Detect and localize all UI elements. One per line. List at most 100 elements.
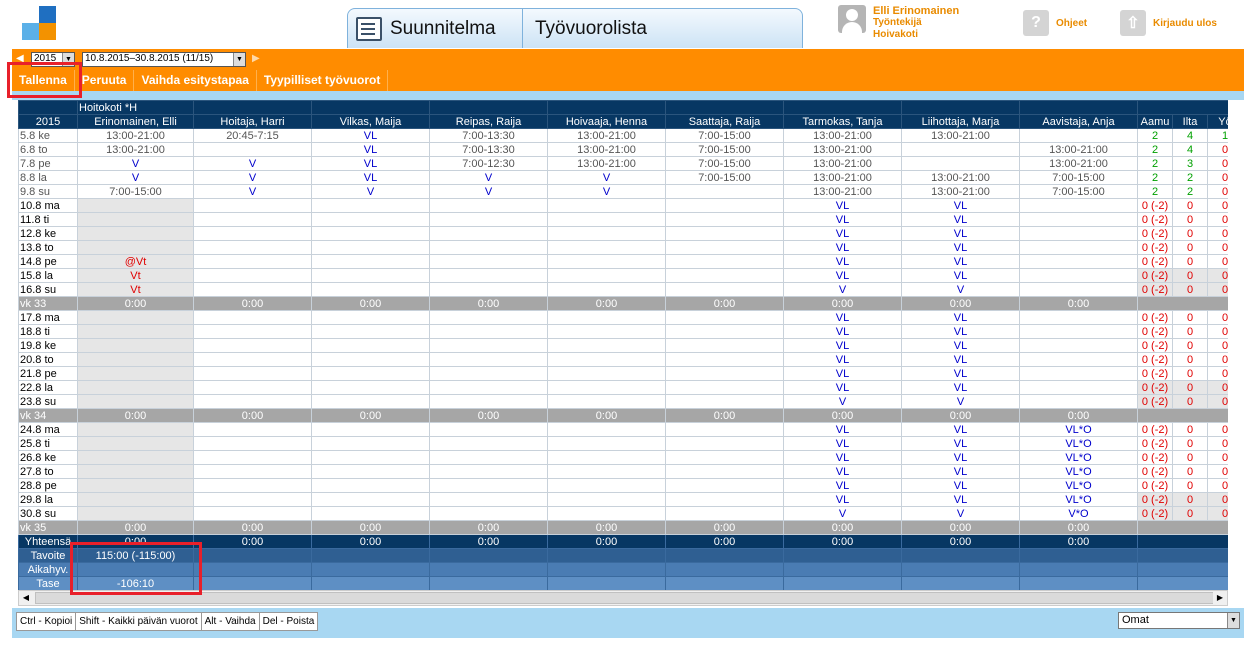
view-select[interactable]: Omat ▼ bbox=[1118, 612, 1240, 629]
shift-cell[interactable]: VL bbox=[783, 226, 902, 241]
shift-cell[interactable] bbox=[193, 464, 312, 479]
shift-cell[interactable]: 13:00-21:00 bbox=[783, 170, 902, 185]
scroll-right-icon[interactable]: ▶ bbox=[1213, 591, 1227, 605]
shift-cell[interactable]: VL bbox=[901, 226, 1020, 241]
shift-cell[interactable]: V bbox=[429, 170, 548, 185]
shift-cell[interactable] bbox=[429, 506, 548, 521]
shift-cell[interactable]: VL*O bbox=[1019, 464, 1138, 479]
shift-cell[interactable]: V bbox=[783, 282, 902, 297]
shift-cell[interactable]: 7:00-12:30 bbox=[429, 156, 548, 171]
shift-cell[interactable]: VL bbox=[901, 450, 1020, 465]
shift-cell[interactable]: V bbox=[77, 170, 194, 185]
shift-cell[interactable] bbox=[193, 422, 312, 437]
shift-cell[interactable]: VL bbox=[783, 478, 902, 493]
shift-cell[interactable] bbox=[193, 366, 312, 381]
shift-cell[interactable]: VL bbox=[783, 450, 902, 465]
shift-cell[interactable] bbox=[311, 366, 430, 381]
shift-cell[interactable]: VL bbox=[901, 254, 1020, 269]
shift-cell[interactable] bbox=[311, 352, 430, 367]
shift-cell[interactable] bbox=[665, 226, 784, 241]
employee-header[interactable]: Vilkas, Maija bbox=[311, 114, 430, 129]
shift-cell[interactable] bbox=[665, 366, 784, 381]
shift-cell[interactable] bbox=[547, 506, 666, 521]
shift-cell[interactable] bbox=[429, 478, 548, 493]
shift-cell[interactable] bbox=[429, 422, 548, 437]
shift-cell[interactable] bbox=[193, 506, 312, 521]
shift-cell[interactable]: VL bbox=[901, 352, 1020, 367]
shift-cell[interactable]: VL bbox=[901, 464, 1020, 479]
shift-cell[interactable] bbox=[547, 366, 666, 381]
cancel-button[interactable]: Peruuta bbox=[75, 70, 135, 91]
shift-cell[interactable] bbox=[1019, 310, 1138, 325]
shift-cell[interactable] bbox=[77, 436, 194, 451]
shift-cell[interactable]: @Vt bbox=[77, 254, 194, 269]
shift-cell[interactable]: 7:00-15:00 bbox=[665, 142, 784, 157]
shift-cell[interactable]: 13:00-21:00 bbox=[547, 142, 666, 157]
shift-cell[interactable] bbox=[1019, 338, 1138, 353]
shift-cell[interactable]: 13:00-21:00 bbox=[547, 128, 666, 143]
shift-cell[interactable] bbox=[547, 380, 666, 395]
shift-cell[interactable] bbox=[665, 324, 784, 339]
shift-cell[interactable] bbox=[311, 450, 430, 465]
shift-cell[interactable] bbox=[547, 310, 666, 325]
shift-cell[interactable] bbox=[77, 450, 194, 465]
shift-cell[interactable]: 13:00-21:00 bbox=[547, 156, 666, 171]
employee-header[interactable]: Hoitaja, Harri bbox=[193, 114, 312, 129]
shift-cell[interactable]: VL*O bbox=[1019, 492, 1138, 507]
shift-cell[interactable]: V bbox=[901, 282, 1020, 297]
shift-cell[interactable] bbox=[77, 478, 194, 493]
shift-cell[interactable] bbox=[311, 324, 430, 339]
shift-cell[interactable] bbox=[429, 310, 548, 325]
shift-cell[interactable] bbox=[193, 282, 312, 297]
shift-cell[interactable] bbox=[1019, 268, 1138, 283]
shift-cell[interactable]: VL bbox=[783, 380, 902, 395]
shift-cell[interactable] bbox=[1019, 324, 1138, 339]
shift-cell[interactable] bbox=[193, 142, 312, 157]
shift-cell[interactable]: 7:00-15:00 bbox=[1019, 184, 1138, 199]
employee-header[interactable]: Erinomainen, Elli bbox=[77, 114, 194, 129]
shift-cell[interactable] bbox=[193, 240, 312, 255]
shift-cell[interactable] bbox=[193, 352, 312, 367]
employee-header[interactable]: Tarmokas, Tanja bbox=[783, 114, 902, 129]
shift-cell[interactable]: VL bbox=[901, 478, 1020, 493]
shift-cell[interactable] bbox=[547, 212, 666, 227]
shift-cell[interactable] bbox=[77, 324, 194, 339]
employee-header[interactable]: Liihottaja, Marja bbox=[901, 114, 1020, 129]
shift-cell[interactable] bbox=[547, 254, 666, 269]
shift-cell[interactable] bbox=[429, 464, 548, 479]
shift-cell[interactable] bbox=[311, 212, 430, 227]
shift-cell[interactable] bbox=[77, 352, 194, 367]
tab-tyovuorolista[interactable]: Työvuorolista bbox=[523, 9, 647, 48]
shift-cell[interactable] bbox=[1019, 128, 1138, 143]
shift-cell[interactable] bbox=[193, 492, 312, 507]
shift-cell[interactable]: 13:00-21:00 bbox=[77, 142, 194, 157]
scrollbar-thumb[interactable] bbox=[35, 592, 1215, 604]
shift-cell[interactable] bbox=[547, 268, 666, 283]
shift-cell[interactable]: VL bbox=[783, 240, 902, 255]
shift-cell[interactable]: VL bbox=[901, 436, 1020, 451]
shift-cell[interactable] bbox=[665, 492, 784, 507]
shift-cell[interactable]: VL bbox=[783, 338, 902, 353]
shift-cell[interactable] bbox=[193, 268, 312, 283]
shift-cell[interactable] bbox=[429, 450, 548, 465]
shift-cell[interactable]: VL*O bbox=[1019, 422, 1138, 437]
shift-cell[interactable] bbox=[311, 240, 430, 255]
shift-cell[interactable] bbox=[547, 324, 666, 339]
shift-cell[interactable]: V bbox=[429, 184, 548, 199]
shift-cell[interactable]: 7:00-15:00 bbox=[665, 156, 784, 171]
shift-cell[interactable]: VL bbox=[901, 212, 1020, 227]
shift-cell[interactable] bbox=[193, 226, 312, 241]
shift-cell[interactable]: V bbox=[193, 184, 312, 199]
shift-cell[interactable] bbox=[193, 254, 312, 269]
shift-cell[interactable] bbox=[1019, 240, 1138, 255]
shift-cell[interactable] bbox=[429, 254, 548, 269]
tab-suunnitelma[interactable]: Suunnitelma bbox=[348, 9, 523, 48]
shift-cell[interactable] bbox=[311, 198, 430, 213]
shift-cell[interactable]: VL bbox=[901, 268, 1020, 283]
shift-cell[interactable] bbox=[429, 380, 548, 395]
shift-cell[interactable]: VL bbox=[783, 198, 902, 213]
shift-cell[interactable]: 13:00-21:00 bbox=[901, 184, 1020, 199]
shift-cell[interactable]: VL bbox=[783, 352, 902, 367]
shift-cell[interactable] bbox=[665, 338, 784, 353]
shift-cell[interactable] bbox=[547, 338, 666, 353]
